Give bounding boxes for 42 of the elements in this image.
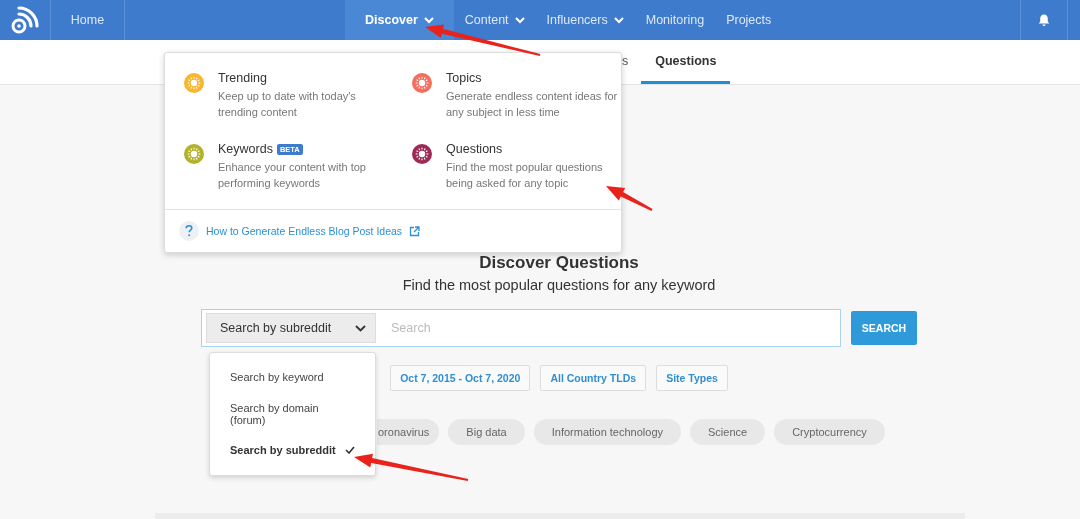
page-subheading: Find the most popular questions for any keyword	[402, 277, 716, 293]
menu-option[interactable]: Search by domain (forum)	[210, 395, 375, 432]
menu-option[interactable]: Search by keyword	[210, 359, 375, 396]
menu-item-description: Keep up to date with today's trending content	[218, 89, 357, 120]
sub-tab[interactable]: s	[622, 40, 629, 84]
suggestion-chip[interactable]: Science	[690, 419, 766, 445]
suggestion-chip[interactable]: Big data	[448, 419, 525, 445]
filter-button[interactable]: Site Types	[656, 365, 728, 391]
page-heading: Discover Questions	[479, 253, 639, 273]
chevron-down-icon	[423, 16, 434, 24]
help-icon	[179, 221, 199, 241]
external-link-icon	[409, 225, 421, 237]
menu-item-link[interactable]: Keywords	[218, 142, 273, 156]
menu-item-link[interactable]: Questions	[446, 142, 503, 156]
chevron-down-icon	[355, 324, 366, 332]
nav-tab[interactable]: Projects	[715, 0, 783, 40]
menu-option[interactable]: Search by subreddit	[210, 432, 375, 469]
chevron-down-icon	[613, 16, 624, 24]
search-field[interactable]: Search by subreddit Search	[201, 309, 841, 347]
bell-icon	[1038, 13, 1050, 27]
search-button[interactable]: SEARCH	[851, 311, 917, 345]
filter-button[interactable]: All Country TLDs	[540, 365, 647, 391]
menu-item-description: Find the most popular questions being asked for any topic	[446, 160, 604, 191]
menu-item-description: Generate endless content ideas for any subject in less time	[446, 89, 618, 120]
menu-item-link[interactable]: Trending	[218, 71, 267, 85]
suggestion-chip[interactable]: Information technology	[533, 419, 682, 445]
logo-icon[interactable]	[10, 5, 40, 35]
help-link[interactable]: How to Generate Endless Blog Post Ideas	[206, 225, 403, 237]
checkmark-icon	[345, 446, 355, 455]
arrow-annotation	[606, 186, 653, 211]
menu-item-description: Enhance your content with top performing keywords	[218, 160, 367, 191]
menu-item-link[interactable]: Topics	[446, 71, 482, 85]
chevron-down-icon	[514, 16, 525, 24]
nav-tab[interactable]: Influencers	[535, 0, 635, 40]
filter-button[interactable]: Oct 7, 2015 - Oct 7, 2020	[390, 365, 531, 391]
suggestion-chip[interactable]: oronavirus	[377, 419, 440, 445]
sub-tab[interactable]: Questions	[641, 40, 731, 84]
search-mode-select[interactable]: Search by subreddit	[206, 313, 376, 343]
suggestion-chip[interactable]: Cryptocurrency	[774, 419, 885, 445]
nav-tab[interactable]: Content	[453, 0, 536, 40]
nav-tab[interactable]: Monitoring	[634, 0, 716, 40]
nav-tab[interactable]: Discover	[345, 0, 454, 40]
